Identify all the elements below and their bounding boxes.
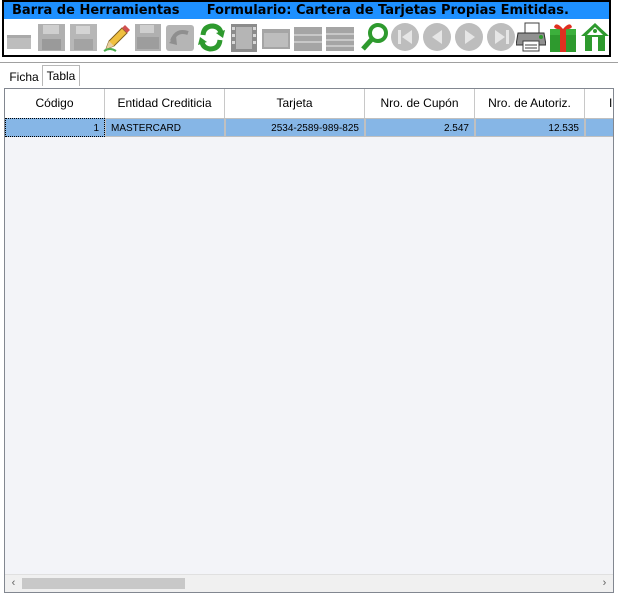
toolbar-window: Barra de Herramientas Formulario: Carter… <box>2 0 611 57</box>
gift-icon <box>550 24 576 52</box>
scroll-left-arrow-icon[interactable]: ‹ <box>5 575 22 592</box>
window-button[interactable] <box>260 21 290 53</box>
new-button[interactable] <box>4 21 34 53</box>
film-button[interactable] <box>228 21 258 53</box>
previous-record-button[interactable] <box>422 21 452 53</box>
new-icon <box>7 35 31 49</box>
scrollbar-thumb[interactable] <box>22 578 185 589</box>
save-all-button[interactable] <box>68 21 98 53</box>
next-record-icon <box>455 23 483 51</box>
column-header-nro-autorizacion[interactable]: Nro. de Autoriz. <box>475 89 585 118</box>
refresh-icon <box>198 23 225 52</box>
edit-button[interactable] <box>100 21 130 53</box>
film-icon <box>231 24 257 52</box>
search-icon <box>361 23 388 51</box>
last-record-icon <box>487 23 515 51</box>
grid-button[interactable] <box>292 21 322 53</box>
search-button[interactable] <box>360 21 390 53</box>
save-button[interactable] <box>36 21 66 53</box>
column-header-next[interactable]: I <box>585 89 613 118</box>
first-record-button[interactable] <box>390 21 420 53</box>
refresh-button[interactable] <box>196 21 226 53</box>
toolbar-title: Barra de Herramientas Formulario: Carter… <box>4 2 609 19</box>
printer-icon <box>515 22 547 52</box>
home-icon <box>581 23 609 51</box>
tab-ficha[interactable]: Ficha <box>6 68 42 86</box>
cell-next[interactable] <box>585 118 613 137</box>
last-record-button[interactable] <box>486 21 516 53</box>
save-icon <box>38 24 65 51</box>
cell-tarjeta[interactable]: 2534-2589-989-825 <box>225 118 365 137</box>
cell-entidad-crediticia[interactable]: MASTERCARD <box>105 118 225 137</box>
grid-header-row: Código Entidad Crediticia Tarjeta Nro. d… <box>5 89 613 119</box>
table-row[interactable]: 1 MASTERCARD 2534-2589-989-825 2.547 12.… <box>5 118 613 137</box>
horizontal-scrollbar[interactable]: ‹ › <box>5 574 613 592</box>
first-record-icon <box>391 23 419 51</box>
cell-nro-autorizacion[interactable]: 12.535 <box>475 118 585 137</box>
undo-button[interactable] <box>164 21 194 53</box>
edit-pencil-icon <box>103 25 130 52</box>
column-header-entidad-crediticia[interactable]: Entidad Crediticia <box>105 89 225 118</box>
gift-button[interactable] <box>548 21 578 53</box>
grid-alt-button[interactable] <box>324 21 354 53</box>
tab-tabla[interactable]: Tabla <box>42 65 80 86</box>
grid-icon <box>294 27 322 51</box>
scroll-right-arrow-icon[interactable]: › <box>596 575 613 592</box>
home-button[interactable] <box>580 21 610 53</box>
column-header-nro-cupon[interactable]: Nro. de Cupón <box>365 89 475 118</box>
save-as-icon <box>135 24 161 51</box>
undo-icon <box>166 25 194 51</box>
cell-codigo[interactable]: 1 <box>5 118 105 137</box>
print-button[interactable] <box>515 21 547 53</box>
toolbar-buttons <box>4 21 609 55</box>
separator-line <box>0 62 618 63</box>
save-all-icon <box>70 24 97 51</box>
previous-record-icon <box>423 23 451 51</box>
window-icon <box>262 29 290 49</box>
grid-alt-icon <box>326 27 354 51</box>
data-grid[interactable]: Código Entidad Crediticia Tarjeta Nro. d… <box>4 88 614 593</box>
column-header-tarjeta[interactable]: Tarjeta <box>225 89 365 118</box>
save-as-button[interactable] <box>132 21 162 53</box>
next-record-button[interactable] <box>454 21 484 53</box>
column-header-codigo[interactable]: Código <box>5 89 105 118</box>
cell-nro-cupon[interactable]: 2.547 <box>365 118 475 137</box>
